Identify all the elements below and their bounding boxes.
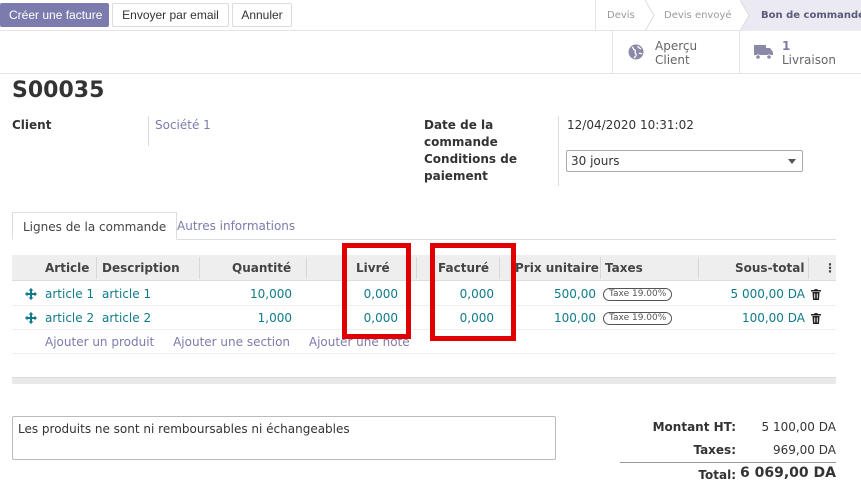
truck-icon	[754, 45, 773, 60]
order-date-value: 12/04/2020 10:31:02	[567, 118, 694, 132]
payment-terms-label-line1: Conditions de	[424, 152, 517, 166]
tab-other-info[interactable]: Autres informations	[167, 212, 305, 240]
cell-subtotal: 100,00 DA	[741, 311, 805, 325]
col-header-description[interactable]: Description	[102, 255, 180, 281]
order-lines-header: Article Description Quantité Livré Factu…	[12, 255, 836, 281]
drag-handle-icon[interactable]	[25, 288, 37, 300]
customer-preview-line1: Aperçu	[655, 39, 698, 53]
cell-description[interactable]: article 2	[102, 306, 151, 330]
table-row[interactable]: article 2 article 2 1,000 0,000 0,000 10…	[12, 306, 836, 330]
totals-divider	[620, 462, 836, 463]
taxes-label: Taxes:	[693, 443, 736, 457]
control-panel: Créer une facture Envoyer par email Annu…	[0, 0, 861, 31]
delivery-button[interactable]: 1 Livraison	[739, 31, 861, 74]
globe-icon	[628, 44, 644, 60]
cell-quantity[interactable]: 10,000	[212, 282, 292, 306]
cell-unit-price[interactable]: 500,00	[512, 282, 596, 306]
add-product-link[interactable]: Ajouter un produit	[45, 335, 154, 349]
column-divider	[96, 257, 97, 279]
customer-preview-button[interactable]: Aperçu Client	[612, 31, 739, 74]
column-divider	[416, 257, 417, 279]
col-header-subtotal[interactable]: Sous-total	[735, 255, 804, 281]
cell-quantity[interactable]: 1,000	[212, 306, 292, 330]
client-label: Client	[12, 118, 52, 132]
untaxed-amount-label: Montant HT:	[652, 420, 736, 434]
order-date-label-line2: commande	[424, 135, 498, 149]
field-separator	[558, 116, 559, 186]
smart-button-box: Aperçu Client 1 Livraison	[0, 31, 861, 74]
trash-icon[interactable]	[811, 289, 821, 300]
cell-description[interactable]: article 1	[102, 282, 151, 306]
payment-terms-select[interactable]: 30 jours	[566, 150, 803, 172]
send-email-button[interactable]: Envoyer par email	[112, 3, 229, 27]
taxes-value: 969,00 DA	[772, 443, 836, 457]
column-divider	[306, 257, 307, 279]
add-section-link[interactable]: Ajouter une section	[173, 335, 290, 349]
cell-article[interactable]: article 2	[45, 306, 94, 330]
cancel-button[interactable]: Annuler	[232, 3, 292, 27]
status-divider	[595, 0, 596, 31]
caret-down-icon	[788, 159, 796, 164]
total-value: 6 069,00 DA	[740, 465, 836, 481]
column-divider	[199, 257, 200, 279]
col-header-taxes[interactable]: Taxes	[605, 255, 643, 281]
column-divider	[698, 257, 699, 279]
trash-icon[interactable]	[811, 313, 821, 324]
cell-unit-price[interactable]: 100,00	[512, 306, 596, 330]
payment-terms-value: 30 jours	[571, 154, 620, 168]
payment-terms-label-line2: paiement	[424, 169, 488, 183]
record-title: S00035	[12, 78, 105, 103]
field-separator	[148, 116, 149, 146]
drag-handle-icon[interactable]	[25, 312, 37, 324]
client-field[interactable]: Société 1	[155, 118, 211, 132]
highlight-delivered-column	[342, 243, 411, 339]
col-header-article[interactable]: Article	[45, 255, 89, 281]
terms-note-field[interactable]: Les produits ne sont ni remboursables ni…	[12, 416, 556, 460]
tax-tag[interactable]: Taxe 19.00%	[603, 312, 673, 325]
chevron-right-icon	[645, 0, 655, 31]
delivery-label: Livraison	[782, 53, 836, 67]
notebook-tabs: Lignes de la commande Autres information…	[12, 212, 836, 240]
column-divider	[600, 257, 601, 279]
customer-preview-line2: Client	[655, 53, 690, 67]
column-divider	[808, 257, 809, 279]
kebab-menu-icon[interactable]: ⋮	[824, 255, 836, 281]
col-header-quantity[interactable]: Quantité	[232, 255, 291, 281]
col-header-unit-price[interactable]: Prix unitaire	[515, 255, 599, 281]
tax-tag[interactable]: Taxe 19.00%	[603, 288, 673, 301]
table-row[interactable]: article 1 article 1 10,000 0,000 0,000 5…	[12, 282, 836, 306]
cell-article[interactable]: article 1	[45, 282, 94, 306]
status-step-quotation-sent[interactable]: Devis envoyé	[664, 0, 732, 31]
order-date-label-line1: Date de la	[424, 118, 494, 132]
create-invoice-button[interactable]: Créer une facture	[0, 3, 109, 27]
status-step-quotation[interactable]: Devis	[607, 0, 635, 31]
tab-order-lines[interactable]: Lignes de la commande	[12, 212, 178, 240]
table-footer-bar	[12, 377, 836, 384]
untaxed-amount-value: 5 100,00 DA	[761, 420, 837, 434]
status-step-sales-order[interactable]: Bon de commande	[761, 0, 861, 31]
highlight-invoiced-column	[430, 243, 516, 341]
chevron-right-icon	[740, 0, 750, 31]
cell-subtotal: 5 000,00 DA	[730, 287, 806, 301]
delivery-count: 1	[782, 39, 791, 53]
